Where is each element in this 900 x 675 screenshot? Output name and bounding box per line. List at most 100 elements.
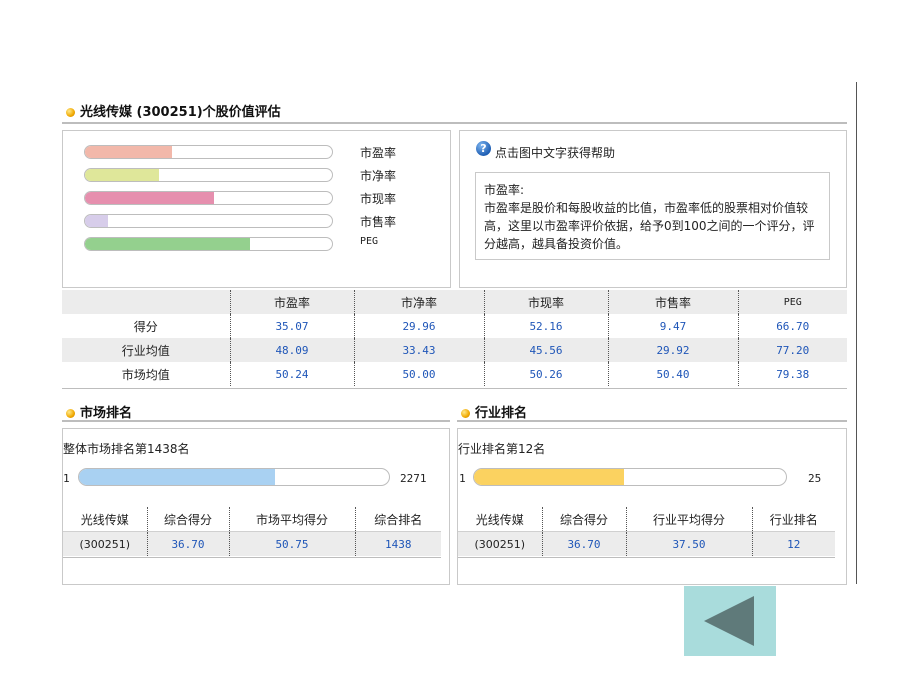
table-bottom-rule bbox=[62, 388, 847, 389]
industry-rank-max: 25 bbox=[808, 472, 822, 485]
back-arrow-icon bbox=[704, 596, 754, 646]
table-cell: 29.96 bbox=[353, 314, 484, 338]
table-cell: 33.43 bbox=[353, 338, 484, 362]
help-title: 点击图中文字获得帮助 bbox=[495, 146, 616, 160]
row-label: 得分 bbox=[133, 319, 158, 334]
bar-track bbox=[84, 191, 333, 205]
industry-rank-min: 1 bbox=[459, 472, 466, 485]
table-cell: (300251) bbox=[458, 531, 542, 556]
table-header-cell[interactable]: PEG bbox=[737, 290, 847, 314]
industry-rank-table: 光线传媒 综合得分 行业平均得分 行业排名 (300251) 36.70 37.… bbox=[458, 507, 835, 556]
market-rank-max: 2271 bbox=[400, 472, 427, 485]
section-title-market-rank: 市场排名 bbox=[66, 402, 132, 421]
table-cell: (300251) bbox=[63, 531, 147, 556]
bar-label[interactable]: 市盈率 bbox=[360, 144, 396, 161]
page-divider-line bbox=[856, 82, 857, 584]
market-rank-track bbox=[78, 468, 390, 486]
bar-label[interactable]: PEG bbox=[360, 236, 378, 247]
section-rule bbox=[457, 420, 847, 422]
bar-track bbox=[84, 168, 333, 182]
table-header-cell: 行业排名 bbox=[751, 507, 835, 532]
table-cell: 50.24 bbox=[229, 362, 354, 386]
section-title-valuation: 光线传媒 (300251)个股价值评估 bbox=[66, 101, 281, 120]
table-cell: 35.07 bbox=[229, 314, 354, 338]
bar[interactable] bbox=[85, 192, 214, 204]
table-header-cell[interactable]: 市现率 bbox=[483, 290, 608, 314]
section-rule bbox=[62, 420, 450, 422]
table-header-cell: 综合得分 bbox=[541, 507, 626, 532]
valuation-title: 光线传媒 (300251)个股价值评估 bbox=[80, 105, 281, 120]
industry-rank-fill bbox=[474, 469, 624, 485]
section-title-industry-rank: 行业排名 bbox=[461, 402, 527, 421]
market-rank-caption: 整体市场排名第1438名 bbox=[63, 442, 190, 456]
table-cell: 29.92 bbox=[607, 338, 738, 362]
table-cell: 37.50 bbox=[625, 531, 752, 556]
table-cell: 50.00 bbox=[353, 362, 484, 386]
table-header-cell: 光线传媒 bbox=[458, 507, 542, 532]
market-rank-table: 光线传媒 综合得分 市场平均得分 综合排名 (300251) 36.70 50.… bbox=[63, 507, 441, 556]
table-cell: 50.75 bbox=[228, 531, 355, 556]
table-bottom-rule bbox=[63, 557, 441, 558]
row-label: 行业均值 bbox=[62, 338, 230, 362]
table-row: 行业均值 48.09 33.43 45.56 29.92 77.20 bbox=[62, 338, 847, 362]
table-header-row: 市盈率 市净率 市现率 市售率 PEG bbox=[62, 290, 847, 314]
table-cell: 36.70 bbox=[541, 531, 626, 556]
market-rank-fill bbox=[79, 469, 276, 485]
section-rule bbox=[62, 122, 847, 124]
help-description: 市盈率是股价和每股收益的比值，市盈率低的股票相对价值较高，这里以市盈率评价依据，… bbox=[484, 201, 815, 251]
market-rank-title: 市场排名 bbox=[80, 406, 133, 421]
table-cell: 48.09 bbox=[229, 338, 354, 362]
table-cell: 45.56 bbox=[483, 338, 608, 362]
table-cell: 12 bbox=[751, 531, 835, 556]
table-header-row: 光线传媒 综合得分 行业平均得分 行业排名 bbox=[458, 507, 835, 532]
table-header-cell: 光线传媒 bbox=[63, 507, 147, 532]
score-table: 市盈率 市净率 市现率 市售率 PEG 得分 35.07 29.96 52.16… bbox=[62, 290, 847, 386]
help-question-icon[interactable]: ? bbox=[476, 141, 491, 156]
table-header-row: 光线传媒 综合得分 市场平均得分 综合排名 bbox=[63, 507, 441, 532]
back-arrow-shape bbox=[704, 596, 754, 646]
table-header-cell[interactable]: 市净率 bbox=[353, 290, 484, 314]
bar-track bbox=[84, 237, 333, 251]
industry-rank-caption: 行业排名第12名 bbox=[458, 442, 546, 456]
table-bottom-rule bbox=[458, 557, 835, 558]
table-header-cell: 行业平均得分 bbox=[625, 507, 752, 532]
table-cell: 77.20 bbox=[737, 338, 847, 362]
table-header-cell[interactable]: 市盈率 bbox=[229, 290, 354, 314]
bar-label[interactable]: 市售率 bbox=[360, 213, 396, 230]
bullet-icon bbox=[66, 108, 75, 117]
industry-rank-title: 行业排名 bbox=[475, 406, 528, 421]
bullet-icon bbox=[66, 409, 75, 418]
table-row: (300251) 36.70 50.75 1438 bbox=[63, 531, 441, 556]
table-cell: 79.38 bbox=[737, 362, 847, 386]
bar[interactable] bbox=[85, 169, 159, 181]
bullet-icon bbox=[461, 409, 470, 418]
table-header-cell: 市场平均得分 bbox=[228, 507, 355, 532]
table-header-cell: 综合得分 bbox=[146, 507, 229, 532]
bar[interactable] bbox=[85, 146, 172, 158]
bar[interactable] bbox=[85, 238, 250, 250]
table-cell: 36.70 bbox=[146, 531, 229, 556]
back-button[interactable] bbox=[684, 586, 776, 656]
help-term: 市盈率: bbox=[484, 183, 525, 197]
table-header-cell: 综合排名 bbox=[354, 507, 441, 532]
table-cell: 50.40 bbox=[607, 362, 738, 386]
market-rank-min: 1 bbox=[63, 472, 70, 485]
table-row: (300251) 36.70 37.50 12 bbox=[458, 531, 835, 556]
table-header-cell bbox=[62, 290, 230, 314]
industry-rank-track bbox=[473, 468, 787, 486]
bar-track bbox=[84, 214, 333, 228]
table-cell: 1438 bbox=[354, 531, 441, 556]
help-content: 市盈率: 市盈率是股价和每股收益的比值，市盈率低的股票相对价值较高，这里以市盈率… bbox=[484, 181, 826, 253]
bar-label[interactable]: 市净率 bbox=[360, 167, 396, 184]
table-row: 市场均值 50.24 50.00 50.26 50.40 79.38 bbox=[62, 362, 847, 386]
table-header-cell[interactable]: 市售率 bbox=[607, 290, 738, 314]
row-label: 市场均值 bbox=[121, 367, 170, 382]
bar-label[interactable]: 市现率 bbox=[360, 190, 396, 207]
bar-track bbox=[84, 145, 333, 159]
table-cell: 50.26 bbox=[483, 362, 608, 386]
table-cell: 66.70 bbox=[737, 314, 847, 338]
bar[interactable] bbox=[85, 215, 109, 227]
table-cell: 9.47 bbox=[607, 314, 738, 338]
table-cell: 52.16 bbox=[483, 314, 608, 338]
table-row: 得分 35.07 29.96 52.16 9.47 66.70 bbox=[62, 314, 847, 338]
